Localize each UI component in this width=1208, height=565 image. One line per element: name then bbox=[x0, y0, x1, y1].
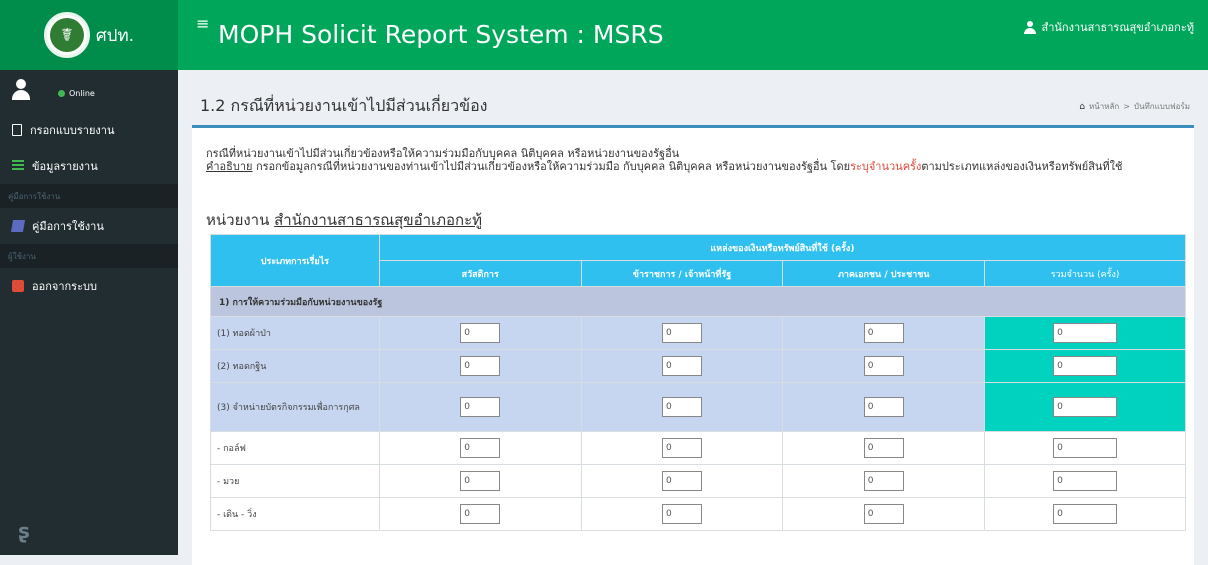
sidebar-section-manual: คู่มือการใช้งาน bbox=[0, 184, 178, 208]
breadcrumb-separator: > bbox=[1123, 102, 1130, 111]
breadcrumb-home[interactable]: หน้าหลัก bbox=[1089, 100, 1119, 113]
status-label: Online bbox=[69, 89, 95, 98]
officials-input[interactable]: 0 bbox=[661, 397, 702, 417]
description: กรณีที่หน่วยงานเข้าไปมีส่วนเกี่ยวข้องหรื… bbox=[206, 147, 1181, 173]
welfare-input[interactable]: 0 bbox=[460, 504, 501, 524]
private-input[interactable]: 0 bbox=[863, 356, 904, 376]
home-icon: ⌂ bbox=[1079, 101, 1086, 112]
app-badge-icon: ʂ bbox=[18, 519, 30, 543]
total-input[interactable]: 0 bbox=[1053, 323, 1118, 343]
table-row: - มวย 0 0 0 0 bbox=[210, 464, 1186, 498]
user-menu[interactable]: สำนักงานสาธารณสุขอำเภอกะทู้ bbox=[1023, 18, 1195, 36]
row-label: - มวย bbox=[210, 464, 380, 498]
sidebar-item-label: กรอกแบบรายงาน bbox=[30, 124, 115, 137]
description-line2: คำอธิบาย กรอกข้อมูลกรณีที่หน่วยงานของท่า… bbox=[206, 160, 1181, 173]
user-icon bbox=[1023, 20, 1036, 34]
page-title: 1.2 กรณีที่หน่วยงานเข้าไปมีส่วนเกี่ยวข้อ… bbox=[200, 96, 488, 115]
sidebar: Online กรอกแบบรายงาน ข้อมูลรายงาน คู่มือ… bbox=[0, 70, 178, 555]
welfare-input[interactable]: 0 bbox=[460, 356, 501, 376]
status-dot-icon bbox=[58, 90, 65, 97]
welfare-input[interactable]: 0 bbox=[460, 397, 501, 417]
total-input[interactable]: 0 bbox=[1053, 356, 1118, 376]
private-input[interactable]: 0 bbox=[863, 471, 904, 491]
column-header-total: รวมจำนวน (ครั้ง) bbox=[984, 260, 1186, 287]
column-header-private: ภาคเอกชน / ประชาชน bbox=[782, 260, 986, 287]
unit-name: สำนักงานสาธารณสุขอำเภอกะทู้ bbox=[274, 211, 483, 229]
column-header-type: ประเภทการเรี่ยไร bbox=[210, 234, 380, 287]
avatar bbox=[12, 79, 30, 101]
online-status: Online bbox=[58, 89, 95, 98]
table-row: (3) จำหน่ายบัตรกิจกรรมเพื่อการกุศล 0 0 0… bbox=[210, 382, 1186, 432]
private-input[interactable]: 0 bbox=[863, 504, 904, 524]
sidebar-toggle-icon[interactable]: ≡ bbox=[196, 14, 209, 33]
row-label: - เดิน - วิ่ง bbox=[210, 497, 380, 531]
description-text: กรอกข้อมูลกรณีที่หน่วยงานของท่านเข้าไปมี… bbox=[252, 160, 851, 173]
moph-emblem-icon: ☤ bbox=[43, 12, 90, 58]
total-input[interactable]: 0 bbox=[1053, 438, 1118, 458]
table-row: - กอล์ฟ 0 0 0 0 bbox=[210, 431, 1186, 465]
officials-input[interactable]: 0 bbox=[661, 471, 702, 491]
private-input[interactable]: 0 bbox=[863, 323, 904, 343]
officials-input[interactable]: 0 bbox=[661, 504, 702, 524]
breadcrumb-current: บันทึกแบบฟอร์ม bbox=[1133, 102, 1190, 111]
column-header-welfare: สวัสดิการ bbox=[378, 260, 582, 287]
sidebar-item-logout[interactable]: ออกจากระบบ bbox=[0, 268, 178, 304]
app-title: MOPH Solicit Report System : MSRS bbox=[218, 20, 664, 49]
welfare-input[interactable]: 0 bbox=[460, 323, 501, 343]
sidebar-item-manual[interactable]: คู่มือการใช้งาน bbox=[0, 208, 178, 244]
private-input[interactable]: 0 bbox=[863, 397, 904, 417]
top-navbar: ☤ ศปท. ≡ MOPH Solicit Report System : MS… bbox=[0, 0, 1208, 70]
sign-out-icon bbox=[12, 280, 24, 292]
row-label: (1) ทอดผ้าป่า bbox=[210, 316, 380, 350]
unit-heading: หน่วยงาน สำนักงานสาธารณสุขอำเภอกะทู้ bbox=[206, 208, 482, 232]
officials-input[interactable]: 0 bbox=[661, 323, 702, 343]
description-highlight: ระบุจำนวนครั้ง bbox=[850, 160, 922, 173]
welfare-input[interactable]: 0 bbox=[460, 471, 501, 491]
welfare-input[interactable]: 0 bbox=[460, 438, 501, 458]
logo[interactable]: ☤ ศปท. bbox=[0, 0, 178, 70]
total-input[interactable]: 0 bbox=[1053, 504, 1118, 524]
logo-text: ศปท. bbox=[95, 25, 135, 46]
section-row: 1) การให้ความร่วมมือกับหน่วยงานของรัฐ bbox=[210, 286, 1186, 317]
book-icon bbox=[10, 220, 26, 232]
sidebar-item-label: คู่มือการใช้งาน bbox=[32, 220, 104, 233]
total-input[interactable]: 0 bbox=[1053, 471, 1118, 491]
solicit-table: ประเภทการเรี่ยไร แหล่งของเงินหรือทรัพย์ส… bbox=[210, 234, 1187, 531]
table-row: - เดิน - วิ่ง 0 0 0 0 bbox=[210, 497, 1186, 531]
main-content: 1.2 กรณีที่หน่วยงานเข้าไปมีส่วนเกี่ยวข้อ… bbox=[178, 70, 1208, 565]
sidebar-item-label: ข้อมูลรายงาน bbox=[32, 160, 98, 173]
user-name: สำนักงานสาธารณสุขอำเภอกะทู้ bbox=[1041, 21, 1195, 34]
user-panel: Online bbox=[0, 70, 178, 112]
description-label: คำอธิบาย bbox=[206, 160, 253, 173]
table-row: (2) ทอดกฐิน 0 0 0 0 bbox=[210, 349, 1186, 383]
breadcrumb: ⌂ หน้าหลัก > บันทึกแบบฟอร์ม bbox=[1079, 100, 1190, 113]
unit-label: หน่วยงาน bbox=[206, 211, 275, 229]
officials-input[interactable]: 0 bbox=[661, 438, 702, 458]
list-icon bbox=[12, 160, 24, 172]
table-row: (1) ทอดผ้าป่า 0 0 0 0 bbox=[210, 316, 1186, 350]
column-header-officials: ข้าราชการ / เจ้าหน้าที่รัฐ bbox=[580, 260, 784, 287]
description-line1: กรณีที่หน่วยงานเข้าไปมีส่วนเกี่ยวข้องหรื… bbox=[206, 147, 680, 160]
form-box: กรณีที่หน่วยงานเข้าไปมีส่วนเกี่ยวข้องหรื… bbox=[192, 125, 1194, 565]
row-label: (2) ทอดกฐิน bbox=[210, 349, 380, 383]
row-label: - กอล์ฟ bbox=[210, 431, 380, 465]
sidebar-item-label: ออกจากระบบ bbox=[32, 280, 97, 293]
row-label: (3) จำหน่ายบัตรกิจกรรมเพื่อการกุศล bbox=[210, 382, 380, 432]
section-label: 1) การให้ความร่วมมือกับหน่วยงานของรัฐ bbox=[210, 286, 1186, 317]
file-icon bbox=[12, 124, 22, 136]
private-input[interactable]: 0 bbox=[863, 438, 904, 458]
column-header-source: แหล่งของเงินหรือทรัพย์สินที่ใช้ (ครั้ง) bbox=[378, 234, 1187, 261]
sidebar-section-user: ผู้ใช้งาน bbox=[0, 244, 178, 268]
sidebar-item-report-data[interactable]: ข้อมูลรายงาน bbox=[0, 148, 178, 184]
sidebar-item-fill-report[interactable]: กรอกแบบรายงาน bbox=[0, 112, 178, 148]
description-tail: ตามประเภทแหล่งของเงินหรือทรัพย์สินที่ใช้ bbox=[921, 160, 1123, 173]
total-input[interactable]: 0 bbox=[1053, 397, 1118, 417]
officials-input[interactable]: 0 bbox=[661, 356, 702, 376]
